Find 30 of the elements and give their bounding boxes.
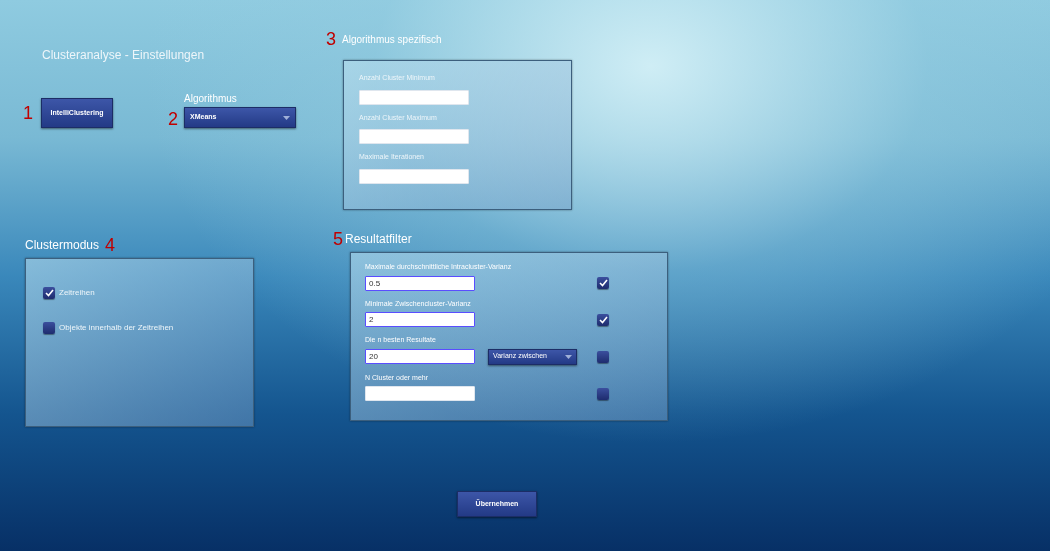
annotation-number: 3 — [326, 30, 336, 48]
annotation-number: 4 — [105, 236, 116, 254]
text-field[interactable] — [359, 168, 469, 184]
checkbox-label: Zeitreihen — [59, 287, 95, 299]
section-heading: Algorithmus spezifisch — [342, 32, 442, 47]
checkbox[interactable] — [597, 277, 609, 289]
text-field[interactable] — [359, 89, 469, 105]
checkmark-icon — [598, 315, 608, 324]
section-heading: Clustermodus — [25, 237, 100, 254]
page-title: Clusteranalyse - Einstellungen — [42, 47, 206, 64]
field-label: Algorithmus — [184, 92, 238, 106]
annotation-number: 1 — [23, 104, 33, 122]
text-field[interactable] — [359, 129, 469, 144]
checkbox[interactable] — [597, 350, 609, 363]
text-field[interactable]: 20 — [365, 349, 475, 364]
checkbox-label: Objekte innerhalb der Zeitreihen — [59, 322, 174, 334]
text-field[interactable]: 0.5 — [365, 275, 475, 291]
checkbox[interactable] — [43, 322, 55, 334]
checkbox[interactable] — [597, 313, 609, 326]
checkbox[interactable] — [597, 387, 609, 400]
text-field[interactable] — [365, 386, 475, 401]
annotation-number: 5 — [333, 230, 343, 248]
annotation-number: 2 — [168, 110, 179, 128]
checkmark-icon — [44, 289, 54, 297]
section-heading: Resultatfilter — [345, 231, 412, 248]
checkbox[interactable] — [43, 287, 55, 299]
caret-icon — [283, 115, 291, 120]
caret-icon — [565, 354, 572, 359]
text-field[interactable]: 2 — [365, 312, 475, 327]
checkmark-icon — [598, 279, 608, 287]
